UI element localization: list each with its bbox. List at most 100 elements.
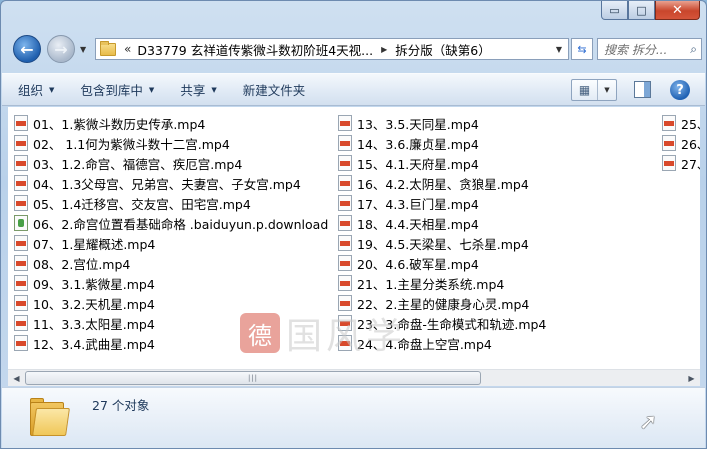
new-folder-button[interactable]: 新建文件夹	[243, 80, 306, 99]
file-name: 04、1.3父母宫、兄弟宫、夫妻宫、子女宫.mp4	[33, 176, 301, 192]
share-label: 共享	[180, 83, 206, 98]
mp4-file-icon	[662, 115, 676, 131]
mp4-file-icon	[338, 155, 352, 171]
address-separator-icon[interactable]: ▶	[381, 45, 387, 54]
refresh-button[interactable]: ⇆	[571, 38, 593, 60]
file-name: 16、4.2.太阴星、贪狼星.mp4	[357, 176, 529, 192]
view-options-dropdown[interactable]: ▼	[598, 80, 616, 100]
file-name: 24、4.命盘上空宫.mp4	[357, 336, 492, 352]
mp4-file-icon	[338, 255, 352, 271]
file-item[interactable]: 27、	[662, 153, 700, 173]
download-file-icon	[14, 215, 28, 231]
file-name: 13、3.5.天同星.mp4	[357, 116, 479, 132]
arrow-right-icon: →	[54, 39, 68, 59]
search-placeholder: 搜索 拆分...	[604, 42, 668, 57]
address-overflow-chevron[interactable]: «	[124, 42, 131, 56]
include-in-library-menu[interactable]: 包含到库中 ▼	[80, 80, 154, 99]
file-item[interactable]: 12、3.4.武曲星.mp4	[14, 333, 328, 353]
file-name: 20、4.6.破军星.mp4	[357, 256, 479, 272]
file-item[interactable]: 22、2.主星的健康身心灵.mp4	[338, 293, 546, 313]
file-name: 09、3.1.紫微星.mp4	[33, 276, 155, 292]
file-item[interactable]: 01、1.紫微斗数历史传承.mp4	[14, 113, 328, 133]
navigation-bar: ← → ▼ « D33779 玄祥道传紫微斗数初阶班4天视... ▶ 拆分版（缺…	[7, 31, 702, 65]
file-item[interactable]: 23、3.命盘-生命模式和轨迹.mp4	[338, 313, 546, 333]
share-menu[interactable]: 共享 ▼	[180, 80, 216, 99]
arrow-left-icon: ←	[20, 39, 34, 59]
file-item[interactable]: 05、1.4迁移宫、交友宫、田宅宫.mp4	[14, 193, 328, 213]
mp4-file-icon	[338, 235, 352, 251]
scrollbar-thumb[interactable]: |||	[25, 371, 481, 385]
back-button[interactable]: ←	[13, 35, 41, 63]
organize-label: 组织	[18, 83, 44, 98]
address-segment-current[interactable]: 拆分版（缺第6）	[395, 40, 490, 59]
file-item[interactable]: 03、1.2.命宫、福德宫、疾厄宫.mp4	[14, 153, 328, 173]
file-item[interactable]: 04、1.3父母宫、兄弟宫、夫妻宫、子女宫.mp4	[14, 173, 328, 193]
mp4-file-icon	[662, 135, 676, 151]
dropdown-arrow-icon: ▼	[211, 85, 217, 94]
file-name: 22、2.主星的健康身心灵.mp4	[357, 296, 530, 312]
mp4-file-icon	[14, 295, 28, 311]
scrollbar-grip-icon: |||	[247, 374, 259, 382]
file-item[interactable]: 09、3.1.紫微星.mp4	[14, 273, 328, 293]
command-bar: 组织 ▼ 包含到库中 ▼ 共享 ▼ 新建文件夹 ▦ ▼ ?	[2, 73, 705, 106]
address-history-dropdown[interactable]: ▼	[550, 39, 568, 59]
search-icon[interactable]: ⌕	[690, 42, 697, 57]
caption-buttons: ▭ □ ✕	[601, 1, 700, 20]
view-grid-icon[interactable]: ▦	[572, 80, 598, 100]
file-item[interactable]: 25、	[662, 113, 700, 133]
dropdown-arrow-icon: ▼	[148, 85, 155, 94]
mp4-file-icon	[14, 275, 28, 291]
mp4-file-icon	[14, 175, 28, 191]
file-item[interactable]: 13、3.5.天同星.mp4	[338, 113, 546, 133]
file-item[interactable]: 24、4.命盘上空宫.mp4	[338, 333, 546, 353]
search-input[interactable]: 搜索 拆分... ⌕	[597, 38, 702, 60]
change-view-button[interactable]: ▦ ▼	[571, 79, 617, 101]
horizontal-scrollbar[interactable]: ◀ ||| ▶	[8, 369, 700, 386]
address-segment-parent[interactable]: D33779 玄祥道传紫微斗数初阶班4天视...	[137, 40, 373, 59]
minimize-button[interactable]: ▭	[601, 1, 628, 20]
mp4-file-icon	[14, 195, 28, 211]
file-item[interactable]: 10、3.2.天机星.mp4	[14, 293, 328, 313]
file-name: 03、1.2.命宫、福德宫、疾厄宫.mp4	[33, 156, 243, 172]
file-item[interactable]: 02、 1.1何为紫微斗数十二宫.mp4	[14, 133, 328, 153]
file-item[interactable]: 08、2.宫位.mp4	[14, 253, 328, 273]
mp4-file-icon	[14, 335, 28, 351]
file-list[interactable]: 01、1.紫微斗数历史传承.mp4 02、 1.1何为紫微斗数十二宫.mp4 03、…	[8, 107, 700, 369]
mp4-file-icon	[14, 315, 28, 331]
file-item[interactable]: 15、4.1.天府星.mp4	[338, 153, 546, 173]
file-item[interactable]: 20、4.6.破军星.mp4	[338, 253, 546, 273]
scroll-left-button[interactable]: ◀	[8, 370, 25, 386]
mp4-file-icon	[14, 235, 28, 251]
object-count: 27 个对象	[92, 398, 150, 413]
organize-menu[interactable]: 组织 ▼	[18, 80, 54, 99]
file-item[interactable]: 06、2.命宫位置看基础命格 .baiduyun.p.download	[14, 213, 328, 233]
file-item[interactable]: 07、1.星耀概述.mp4	[14, 233, 328, 253]
mp4-file-icon	[338, 275, 352, 291]
file-item[interactable]: 14、3.6.廉贞星.mp4	[338, 133, 546, 153]
address-bar[interactable]: « D33779 玄祥道传紫微斗数初阶班4天视... ▶ 拆分版（缺第6） ▼	[95, 38, 569, 60]
mp4-file-icon	[338, 335, 352, 351]
scroll-right-button[interactable]: ▶	[683, 370, 700, 386]
refresh-icon: ⇆	[577, 42, 587, 56]
file-item[interactable]: 26、	[662, 133, 700, 153]
file-name: 23、3.命盘-生命模式和轨迹.mp4	[357, 316, 547, 332]
maximize-button[interactable]: □	[628, 1, 655, 20]
close-button[interactable]: ✕	[655, 1, 700, 20]
file-item[interactable]: 18、4.4.天相星.mp4	[338, 213, 546, 233]
file-name: 12、3.4.武曲星.mp4	[33, 336, 155, 352]
file-item[interactable]: 17、4.3.巨门星.mp4	[338, 193, 546, 213]
preview-pane-icon[interactable]	[634, 81, 651, 98]
mp4-file-icon	[338, 135, 352, 151]
file-item[interactable]: 19、4.5.天梁星、七杀星.mp4	[338, 233, 546, 253]
mp4-file-icon	[14, 155, 28, 171]
file-name: 21、1.主星分类系统.mp4	[357, 276, 505, 292]
file-item[interactable]: 11、3.3.太阳星.mp4	[14, 313, 328, 333]
file-column-3: 25、 26、 27、	[662, 113, 700, 173]
recent-pages-button[interactable]: ▼	[80, 45, 86, 54]
file-item[interactable]: 21、1.主星分类系统.mp4	[338, 273, 546, 293]
file-column-1: 01、1.紫微斗数历史传承.mp4 02、 1.1何为紫微斗数十二宫.mp4 03、…	[14, 113, 328, 353]
help-button[interactable]: ?	[670, 80, 690, 100]
file-item[interactable]: 16、4.2.太阴星、贪狼星.mp4	[338, 173, 546, 193]
file-name: 15、4.1.天府星.mp4	[357, 156, 479, 172]
forward-button[interactable]: →	[47, 35, 75, 63]
